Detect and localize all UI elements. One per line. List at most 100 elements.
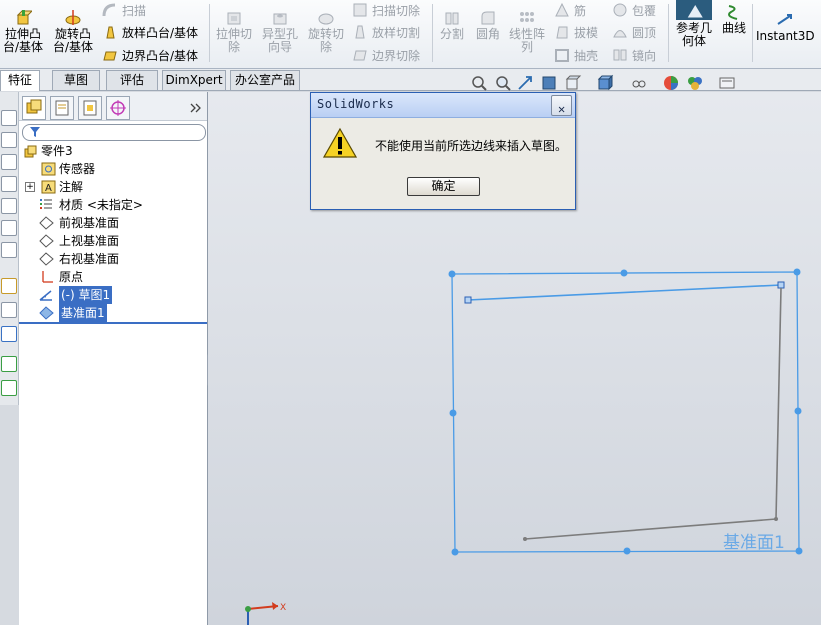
tree-label: 前视基准面: [59, 216, 120, 230]
sketch-point[interactable]: [523, 537, 527, 541]
extrude-boss-button[interactable]: 拉伸凸 台/基体: [2, 10, 44, 54]
rollback-bar[interactable]: [19, 322, 207, 324]
fillet-label: 圆角: [475, 27, 500, 41]
draft-label: 拔模: [574, 26, 599, 40]
strip-icon[interactable]: [1, 110, 17, 126]
plane-handle[interactable]: [793, 268, 801, 276]
property-manager-tab[interactable]: [50, 96, 74, 120]
dialog-message: 不能使用当前所选边线来插入草图。: [375, 139, 568, 153]
strip-icon[interactable]: [1, 302, 17, 318]
dome-button[interactable]: 圆顶: [612, 23, 656, 43]
plane-handle[interactable]: [449, 409, 457, 417]
tree-label: 右视基准面: [59, 252, 120, 266]
tab-evaluate[interactable]: 评估: [106, 70, 158, 90]
curves-icon: [728, 5, 738, 20]
configuration-manager-tab[interactable]: [78, 96, 102, 120]
plane1-label: 基准面1: [723, 533, 785, 553]
display-style-icon[interactable]: [596, 74, 614, 92]
sketch-point[interactable]: [774, 517, 778, 521]
apply-scene-icon[interactable]: [686, 74, 704, 92]
lofted-cut-button[interactable]: 放样切割: [352, 23, 420, 43]
plane-handle[interactable]: [795, 547, 803, 555]
reference-geometry-button[interactable]: 参考几 何体: [672, 0, 716, 48]
strip-icon[interactable]: [1, 242, 17, 258]
plane1-boundary[interactable]: [451, 271, 800, 553]
linear-pattern-button[interactable]: 线性阵 列: [506, 10, 548, 54]
strip-icon[interactable]: [1, 356, 17, 372]
dialog-ok-button[interactable]: 确定: [407, 177, 480, 196]
view-settings-icon[interactable]: [718, 74, 736, 92]
draft-button[interactable]: 拔模: [554, 23, 598, 43]
strip-icon[interactable]: [1, 176, 17, 192]
feature-tree-tab[interactable]: [22, 96, 46, 120]
tab-sketch[interactable]: 草图: [52, 70, 100, 90]
revolve-boss-button[interactable]: 旋转凸 台/基体: [52, 10, 94, 54]
boundary-cut-button[interactable]: 边界切除: [352, 46, 420, 66]
tree-label: 基准面1: [59, 304, 107, 322]
zoom-area-icon[interactable]: [494, 74, 512, 92]
revolve-cut-button[interactable]: 旋转切 除: [306, 10, 346, 54]
expand-panel-icon[interactable]: [189, 101, 203, 115]
zoom-to-fit-icon[interactable]: [470, 74, 488, 92]
shell-button[interactable]: 抽壳: [554, 46, 598, 66]
rib-button[interactable]: 筋: [554, 1, 586, 21]
plane-handle[interactable]: [620, 269, 628, 277]
plane-icon: [39, 252, 54, 266]
swept-cut-button[interactable]: 扫描切除: [352, 1, 420, 21]
sweep-button[interactable]: 扫描: [102, 1, 146, 21]
loft-boss-button[interactable]: 放样凸台/基体: [102, 23, 198, 43]
section-view-icon[interactable]: [540, 74, 558, 92]
edit-appearance-icon[interactable]: [662, 74, 680, 92]
strip-icon[interactable]: [1, 198, 17, 214]
mirror-button[interactable]: 镜向: [612, 46, 656, 66]
plane-icon: [39, 216, 54, 230]
strip-icon[interactable]: [1, 278, 17, 294]
strip-icon[interactable]: [1, 220, 17, 236]
strip-icon[interactable]: [1, 154, 17, 170]
split-button[interactable]: 分割: [436, 10, 468, 41]
fillet-button[interactable]: 圆角: [472, 10, 504, 41]
boundary-boss-button[interactable]: 边界凸台/基体: [102, 46, 198, 66]
dialog-close-button[interactable]: ✕: [551, 95, 572, 116]
mirror-icon: [613, 49, 627, 61]
instant3d-button[interactable]: Instant3D: [756, 12, 815, 43]
previous-view-icon[interactable]: [516, 74, 534, 92]
strip-icon[interactable]: [1, 380, 17, 396]
expand-icon[interactable]: +: [25, 182, 35, 192]
material-icon: [40, 199, 52, 209]
plane-handle[interactable]: [448, 270, 456, 278]
dimxpert-manager-tab[interactable]: [106, 96, 130, 120]
selected-sketch-edge[interactable]: [467, 284, 782, 301]
wrap-button[interactable]: 包覆: [612, 1, 656, 21]
plane-handle[interactable]: [451, 548, 459, 556]
close-icon: ✕: [558, 102, 566, 116]
tab-features[interactable]: 特征: [0, 70, 40, 91]
dimxpert-manager-icon: [110, 100, 126, 116]
hole-wizard-button[interactable]: 异型孔 向导: [258, 10, 302, 54]
hide-show-items-icon[interactable]: [630, 74, 648, 92]
tree-label: 注解: [59, 180, 84, 194]
sketch-edge[interactable]: [775, 287, 782, 520]
plane-icon: [39, 306, 54, 320]
dialog-title-bar[interactable]: SolidWorks ✕: [311, 93, 575, 118]
tab-dimxpert[interactable]: DimXpert: [162, 70, 226, 90]
extrude-cut-button[interactable]: 拉伸切 除: [214, 10, 254, 54]
reference-geometry-icon: [676, 0, 712, 20]
tree-label: 材质 <未指定>: [59, 198, 143, 212]
view-orientation-icon[interactable]: [564, 74, 582, 92]
dialog-title: SolidWorks: [317, 97, 395, 111]
lofted-cut-label: 放样切割: [372, 26, 421, 40]
sketch-endpoint[interactable]: [777, 281, 785, 289]
hole-wizard-icon: [273, 13, 287, 25]
strip-icon[interactable]: [1, 326, 17, 342]
tab-office-products[interactable]: 办公室产品: [230, 70, 300, 90]
strip-icon[interactable]: [1, 132, 17, 148]
tree-filter-input[interactable]: [22, 124, 206, 141]
plane-handle[interactable]: [794, 407, 802, 415]
mirror-label: 镜向: [632, 49, 657, 63]
sketch-endpoint[interactable]: [464, 296, 472, 304]
curves-button[interactable]: 曲线: [720, 4, 748, 35]
ribbon-separator: [209, 4, 210, 62]
plane-handle[interactable]: [623, 547, 631, 555]
revolve-cut-label: 旋转切 除: [307, 27, 344, 54]
